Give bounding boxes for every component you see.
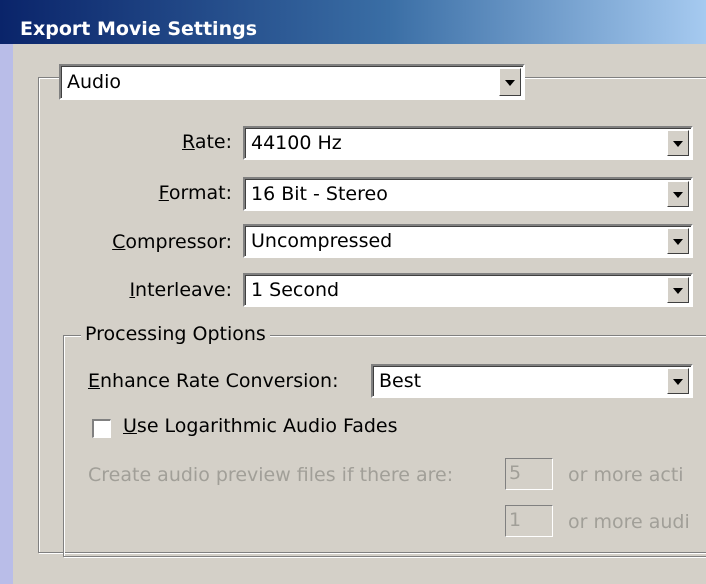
preview-files-label: Create audio preview files if there are:	[88, 464, 454, 486]
rate-select-value: 44100 Hz	[251, 132, 342, 154]
preview-audio-input[interactable]: 1	[505, 505, 553, 537]
enhance-rate-label: Enhance Rate Conversion:	[88, 370, 339, 392]
section-select-value: Audio	[67, 71, 122, 93]
preview-tracks-suffix: or more acti	[568, 464, 684, 486]
rate-label: Rate:	[182, 131, 232, 153]
enhance-rate-select-value: Best	[379, 370, 422, 392]
dialog-body: Audio Rate: 44100 Hz Format: 16 Bit - St…	[13, 44, 706, 584]
format-select-value: 16 Bit - Stereo	[251, 183, 388, 205]
interleave-label: Interleave:	[129, 279, 232, 301]
chevron-down-icon	[505, 80, 515, 86]
preview-tracks-input[interactable]: 5	[505, 458, 553, 490]
enhance-rate-dropdown-button[interactable]	[667, 368, 689, 394]
compressor-select-value: Uncompressed	[251, 230, 393, 252]
format-select[interactable]: 16 Bit - Stereo	[243, 177, 693, 211]
preview-audio-value: 1	[509, 509, 522, 531]
preview-tracks-value: 5	[509, 462, 522, 484]
interleave-select[interactable]: 1 Second	[243, 273, 693, 307]
compressor-label: Compressor:	[112, 231, 232, 253]
log-fades-label[interactable]: Use Logarithmic Audio Fades	[123, 415, 398, 437]
chevron-down-icon	[673, 192, 683, 198]
log-fades-checkbox[interactable]	[92, 419, 111, 438]
chevron-down-icon	[673, 379, 683, 385]
preview-audio-suffix: or more audi	[568, 511, 690, 533]
compressor-dropdown-button[interactable]	[667, 228, 689, 254]
rate-dropdown-button[interactable]	[667, 130, 689, 156]
format-label: Format:	[158, 182, 232, 204]
chevron-down-icon	[673, 141, 683, 147]
processing-options-title: Processing Options	[81, 323, 270, 345]
window-title: Export Movie Settings	[20, 18, 257, 40]
compressor-select[interactable]: Uncompressed	[243, 224, 693, 258]
section-select-dropdown-button[interactable]	[499, 68, 521, 96]
interleave-dropdown-button[interactable]	[667, 277, 689, 303]
section-select[interactable]: Audio	[59, 64, 525, 100]
interleave-select-value: 1 Second	[251, 279, 340, 301]
chevron-down-icon	[673, 239, 683, 245]
chevron-down-icon	[673, 288, 683, 294]
enhance-rate-select[interactable]: Best	[371, 364, 693, 398]
rate-select[interactable]: 44100 Hz	[243, 126, 693, 160]
title-bar: Export Movie Settings	[0, 0, 706, 44]
format-dropdown-button[interactable]	[667, 181, 689, 207]
